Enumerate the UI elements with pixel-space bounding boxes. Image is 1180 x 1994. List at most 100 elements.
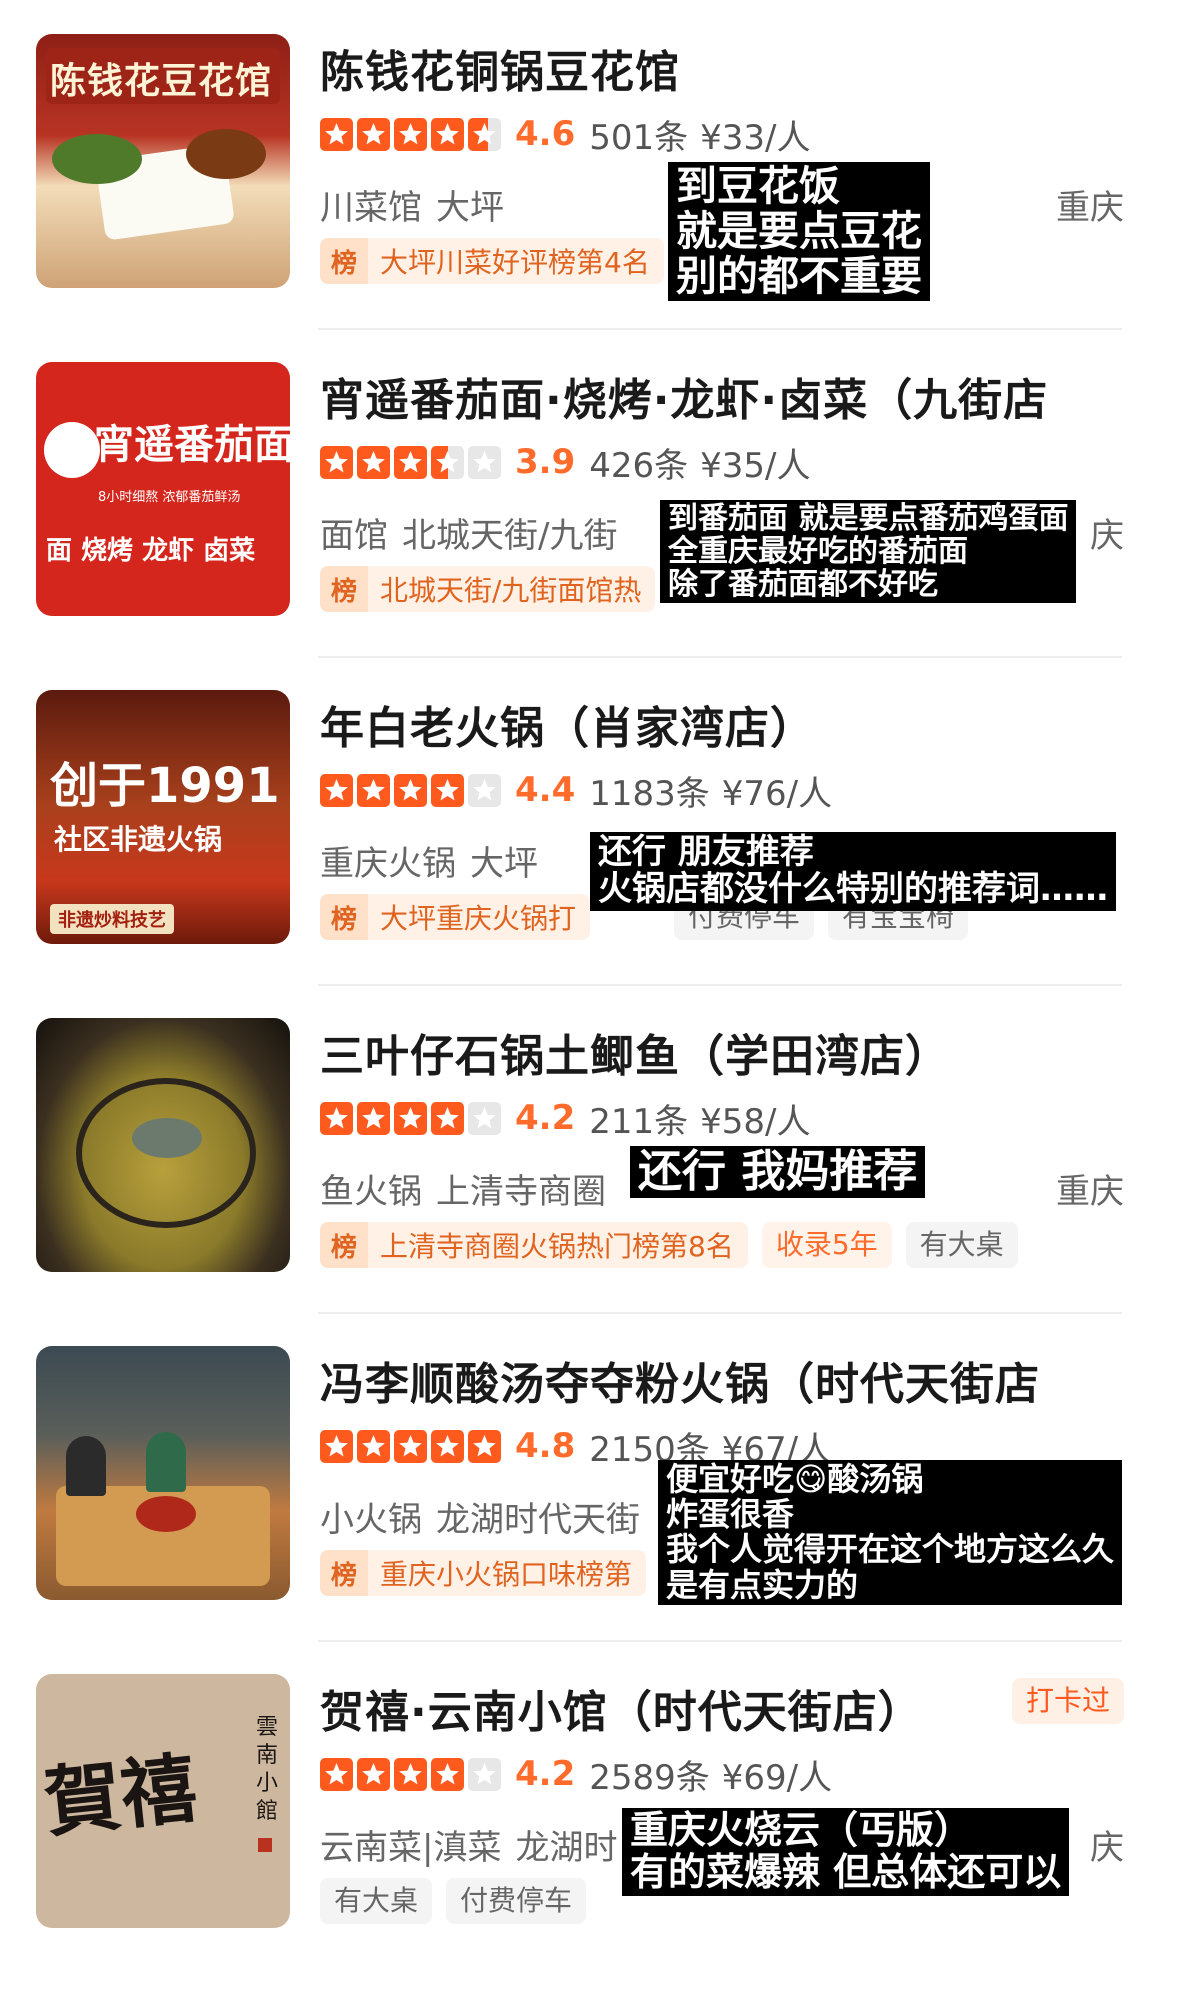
- star-icon: [320, 1757, 353, 1791]
- star-icon: [357, 773, 390, 807]
- price-per-person: ¥58/人: [700, 1101, 811, 1142]
- star-rating: [320, 1429, 501, 1463]
- rating-score: 3.9: [515, 442, 576, 482]
- rank-badge-icon: 榜: [320, 894, 368, 940]
- rank-tag[interactable]: 榜 大坪川菜好评榜第4名: [320, 238, 664, 284]
- restaurant-thumbnail[interactable]: [36, 1346, 290, 1600]
- star-icon: [394, 1429, 427, 1463]
- star-icon: [468, 1101, 501, 1135]
- overlay-comment: 还行 我妈推荐: [630, 1146, 926, 1199]
- restaurant-card[interactable]: 賀禧 雲南小館 贺禧·云南小馆（时代天街店） 打卡过 4.2 2589条 ¥69…: [0, 1640, 1180, 1970]
- star-rating: [320, 1101, 501, 1135]
- rating-score: 4.8: [515, 1426, 576, 1466]
- fish: [132, 1118, 202, 1158]
- side-dish: [186, 129, 266, 179]
- star-icon: [468, 1757, 501, 1791]
- comment-line: 到番茄面 就是要点番茄鸡蛋面: [668, 501, 1069, 536]
- category: 云南菜|滇菜: [320, 1828, 502, 1868]
- price-per-person: ¥69/人: [721, 1757, 833, 1798]
- restaurant-name[interactable]: 贺禧·云南小馆（时代天街店）: [320, 1676, 923, 1740]
- tags-row: 榜 重庆小火锅口味榜第: [320, 1550, 647, 1596]
- rank-tag[interactable]: 榜 北城天街/九街面馆热: [320, 566, 656, 612]
- hotpot: [136, 1496, 196, 1532]
- city: 庆: [1090, 1828, 1124, 1868]
- star-icon: [357, 445, 390, 479]
- thumbnail-subtitle: 雲南小館: [256, 1715, 279, 1824]
- star-icon: [357, 1757, 390, 1791]
- star-rating: [320, 773, 501, 807]
- rating-score: 4.2: [515, 1754, 576, 1794]
- listing-tag: 收录5年: [761, 1222, 892, 1268]
- calligraphy-logo: 賀禧: [40, 1743, 201, 1848]
- restaurant-name[interactable]: 冯李顺酸汤夺夺粉火锅（时代天街店: [320, 1348, 1040, 1412]
- star-icon: [468, 1429, 501, 1463]
- category: 小火锅: [320, 1500, 422, 1540]
- restaurant-thumbnail[interactable]: [36, 1018, 290, 1272]
- restaurant-thumbnail[interactable]: 陈钱花豆花馆: [36, 34, 290, 288]
- category: 面馆: [320, 516, 388, 556]
- star-rating: [320, 117, 501, 151]
- tomato-icon: [44, 422, 100, 478]
- rank-text: 大坪川菜好评榜第4名: [380, 246, 650, 279]
- restaurant-card[interactable]: 三叶仔石锅土鲫鱼（学田湾店） 4.2 211条 ¥58/人 鱼火锅 上清寺商圈 …: [0, 984, 1180, 1314]
- rank-badge-icon: 榜: [320, 566, 368, 612]
- star-icon: [357, 1429, 390, 1463]
- restaurant-thumbnail[interactable]: 賀禧 雲南小館: [36, 1674, 290, 1928]
- overlay-comment: 便宜好吃😋酸汤锅 炸蛋很香 我个人觉得开在这个地方这么久 是有点实力的: [658, 1460, 1123, 1605]
- category: 鱼火锅: [320, 1172, 422, 1212]
- star-icon: [394, 1757, 427, 1791]
- price-per-person: ¥76/人: [721, 773, 833, 814]
- restaurant-card[interactable]: 创于1991 社区非遗火锅 非遗炒料技艺 年白老火锅（肖家湾店） 4.4 118…: [0, 656, 1180, 986]
- comment-line: 火锅店都没什么特别的推荐词……: [598, 869, 1108, 910]
- restaurant-name[interactable]: 年白老火锅（肖家湾店）: [320, 692, 815, 756]
- star-icon: [320, 1429, 353, 1463]
- city: 重庆: [1056, 188, 1124, 228]
- star-icon: [394, 117, 427, 151]
- restaurant-card[interactable]: 冯李顺酸汤夺夺粉火锅（时代天街店 4.8 2150条 ¥67/人 小火锅 龙湖时…: [0, 1312, 1180, 1642]
- category-row: 云南菜|滇菜 龙湖时: [320, 1820, 617, 1869]
- comment-line: 全重庆最好吃的番茄面: [668, 534, 968, 569]
- star-icon: [320, 117, 353, 151]
- star-icon: [357, 117, 390, 151]
- star-icon: [320, 445, 353, 479]
- category-row: 小火锅 龙湖时代天街: [320, 1492, 640, 1541]
- rank-tag[interactable]: 榜 大坪重庆火锅打: [320, 894, 591, 940]
- comment-line: 还行 朋友推荐: [598, 832, 814, 872]
- rank-text: 上清寺商圈火锅热门榜第8名: [380, 1230, 734, 1263]
- overlay-comment: 到番茄面 就是要点番茄鸡蛋面 全重庆最好吃的番茄面 除了番茄面都不好吃: [660, 500, 1077, 603]
- city: 重庆: [1056, 1172, 1124, 1212]
- diner: [146, 1432, 186, 1492]
- star-icon: [431, 117, 464, 151]
- restaurant-name[interactable]: 三叶仔石锅土鲫鱼（学田湾店）: [320, 1020, 950, 1084]
- overlay-comment: 重庆火烧云（丐版） 有的菜爆辣 但总体还可以: [622, 1808, 1070, 1896]
- rating-row: 4.6 501条 ¥33/人: [320, 112, 823, 158]
- comment-line: 我个人觉得开在这个地方这么久: [666, 1530, 1115, 1569]
- review-count: 2589条: [589, 1757, 710, 1798]
- restaurant-thumbnail[interactable]: 创于1991 社区非遗火锅 非遗炒料技艺: [36, 690, 290, 944]
- rank-tag[interactable]: 榜 重庆小火锅口味榜第: [320, 1550, 647, 1596]
- rank-tag[interactable]: 榜 上清寺商圈火锅热门榜第8名: [320, 1222, 748, 1268]
- facility-tag: 付费停车: [446, 1878, 587, 1924]
- rating-score: 4.2: [515, 1098, 576, 1138]
- thumbnail-bottom-text: 面 烧烤 龙虾 卤菜: [46, 536, 256, 566]
- tags-row: 榜 上清寺商圈火锅热门榜第8名 收录5年 有大桌: [320, 1222, 1018, 1268]
- comment-line: 别的都不重要: [676, 252, 922, 301]
- rank-badge-icon: 榜: [320, 1222, 368, 1268]
- restaurant-card[interactable]: 陈钱花豆花馆 陈钱花铜锅豆花馆 4.6 501条 ¥33/人 川菜馆 大坪 重庆…: [0, 0, 1180, 330]
- restaurant-name[interactable]: 陈钱花铜锅豆花馆: [320, 36, 680, 100]
- star-icon: [320, 773, 353, 807]
- star-rating: [320, 1757, 501, 1791]
- review-count: 501条: [589, 117, 689, 158]
- restaurant-thumbnail[interactable]: 宵遥番茄面 8小时细熬 浓郁番茄鲜汤 面 烧烤 龙虾 卤菜: [36, 362, 290, 616]
- restaurant-name[interactable]: 宵遥番茄面·烧烤·龙虾·卤菜（九街店: [320, 364, 1048, 428]
- restaurant-card[interactable]: 宵遥番茄面 8小时细熬 浓郁番茄鲜汤 面 烧烤 龙虾 卤菜 宵遥番茄面·烧烤·龙…: [0, 328, 1180, 658]
- review-count: 211条: [589, 1101, 689, 1142]
- star-icon: [431, 1429, 464, 1463]
- comment-line: 还行 我妈推荐: [638, 1146, 918, 1197]
- rank-text: 重庆小火锅口味榜第: [380, 1558, 633, 1591]
- overlay-comment: 到豆花饭 就是要点豆花 别的都不重要: [668, 162, 930, 302]
- category-row: 重庆火锅 大坪: [320, 836, 538, 885]
- area: 大坪: [470, 844, 538, 884]
- rank-badge-icon: 榜: [320, 1550, 368, 1596]
- comment-line: 重庆火烧云（丐版）: [630, 1808, 973, 1852]
